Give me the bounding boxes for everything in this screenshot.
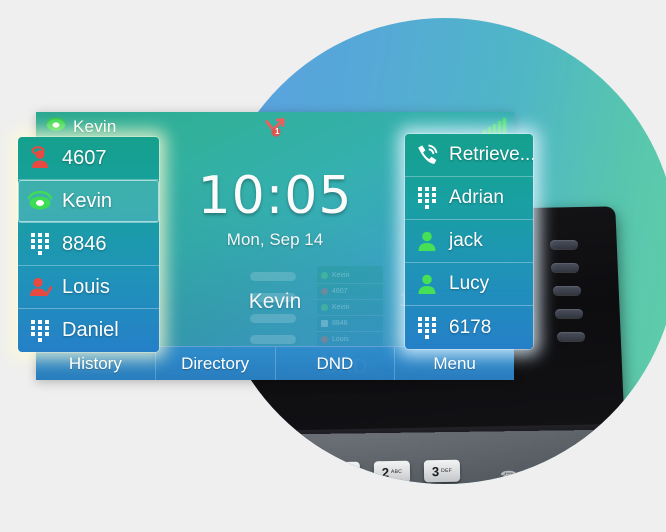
history-item-label: Kevin [62, 189, 113, 212]
history-item-kevin[interactable]: Kevin [18, 180, 159, 223]
history-item-4607[interactable]: 4607 [18, 137, 159, 180]
screenshot-stage: 1 2ABC 3DEF 5. 6 ☎ [0, 0, 666, 532]
history-item-label: 4607 [62, 146, 107, 169]
ghost-line-placeholders [250, 272, 320, 356]
directory-item-label: jack [449, 230, 483, 251]
green-handset-icon [27, 188, 53, 214]
directory-item-label: Retrieve... [449, 144, 533, 165]
missed-call-count: 1 [275, 127, 280, 136]
directory-item-lucy[interactable]: Lucy [405, 263, 533, 306]
softkey-directory[interactable]: Directory [156, 347, 276, 380]
retrieve-call-icon [414, 142, 440, 168]
softkey-menu[interactable]: Menu [395, 347, 514, 380]
history-item-label: 8846 [62, 232, 107, 255]
signal-bars-icon [483, 117, 506, 135]
missed-call-icon[interactable]: 1 [264, 116, 286, 143]
directory-item-label: Adrian [449, 187, 504, 208]
directory-item-label: Lucy [449, 273, 490, 294]
history-item-label: Daniel [62, 319, 119, 341]
directory-item-jack[interactable]: jack [405, 220, 533, 263]
keypad-icon [27, 231, 53, 257]
directory-item-label: 6178 [449, 316, 492, 338]
contact-green-icon [414, 228, 440, 254]
directory-item-adrian[interactable]: Adrian [405, 177, 533, 220]
status-account: Kevin [36, 116, 117, 138]
green-handset-icon [46, 116, 66, 138]
keypad-icon [414, 185, 440, 211]
status-account-label: Kevin [73, 117, 117, 136]
history-popup-inner: 4607 Kevin 8846 Louis Daniel [18, 137, 159, 352]
missed-call-contact-icon [27, 145, 53, 171]
softkey-dnd[interactable]: DND [276, 347, 396, 380]
history-item-8846[interactable]: 8846 [18, 223, 159, 266]
keypad-icon [27, 318, 53, 344]
contact-green-icon [414, 271, 440, 297]
history-item-label: Louis [62, 275, 110, 298]
contact-check-icon [27, 274, 53, 300]
directory-item-retrieve[interactable]: Retrieve... [405, 134, 533, 177]
directory-popup-inner: Retrieve... Adrian jack Lucy 6178 [405, 134, 533, 349]
keypad-icon [414, 315, 440, 341]
directory-popup: Retrieve... Adrian jack Lucy 6178 [405, 134, 533, 349]
keypad-digit: 1 [337, 465, 345, 481]
history-item-louis[interactable]: Louis [18, 266, 159, 309]
history-popup: 4607 Kevin 8846 Louis Daniel [18, 137, 159, 352]
directory-item-6178[interactable]: 6178 [405, 306, 533, 349]
history-item-daniel[interactable]: Daniel [18, 309, 159, 352]
